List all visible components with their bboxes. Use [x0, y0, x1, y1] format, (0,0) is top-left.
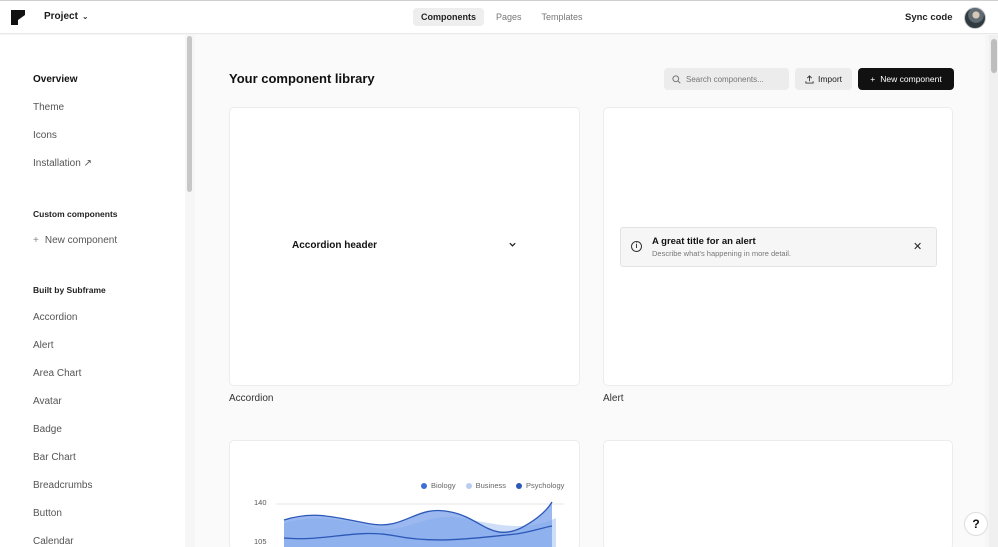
- chevron-down-icon: ⌄: [81, 12, 89, 21]
- avatar[interactable]: [964, 7, 986, 29]
- alert-description: Describe what's happening in more detail…: [652, 249, 792, 258]
- accordion-header: Accordion header: [292, 240, 378, 251]
- main-scrollbar[interactable]: [989, 35, 998, 547]
- top-tabs: Components Pages Templates: [413, 8, 591, 26]
- sidebar-item-breadcrumbs[interactable]: Breadcrumbs: [33, 480, 92, 491]
- plus-icon: +: [870, 74, 876, 84]
- plus-icon: +: [33, 235, 39, 246]
- search-icon: [672, 74, 681, 84]
- sidebar-item-avatar[interactable]: Avatar: [33, 396, 62, 407]
- new-component-button-label: New component: [880, 74, 942, 84]
- sync-code-button[interactable]: Sync code: [905, 12, 953, 23]
- accordion-card[interactable]: [229, 107, 580, 386]
- sidebar-item-area-chart[interactable]: Area Chart: [33, 368, 81, 379]
- sidebar-item-icons[interactable]: Icons: [33, 130, 57, 141]
- top-bar: Project ⌄ Components Pages Templates Syn…: [0, 0, 998, 34]
- legend-dot-business: [465, 482, 472, 489]
- sidebar-item-bar-chart[interactable]: Bar Chart: [33, 452, 76, 463]
- tab-pages[interactable]: Pages: [488, 8, 530, 26]
- y-tick-140: 140: [254, 498, 267, 507]
- tab-templates[interactable]: Templates: [534, 8, 591, 26]
- chart-legend: Biology Business Psychology: [421, 481, 564, 490]
- sidebar-item-accordion[interactable]: Accordion: [33, 312, 77, 323]
- sidebar-item-theme[interactable]: Theme: [33, 102, 64, 113]
- new-component-label: New component: [44, 235, 118, 246]
- import-label: Import: [817, 74, 843, 84]
- close-icon[interactable]: ✕: [913, 240, 922, 253]
- area-series-biology: [284, 502, 552, 547]
- help-button[interactable]: ?: [964, 512, 988, 536]
- legend-psychology: Psychology: [526, 481, 565, 490]
- sidebar-item-alert[interactable]: Alert: [33, 340, 54, 351]
- project-switcher[interactable]: Project ⌄: [44, 11, 89, 22]
- sidebar-item-button[interactable]: Button: [33, 508, 62, 519]
- sidebar-item-installation[interactable]: Installation ↗: [33, 158, 92, 169]
- subframe-logo-icon[interactable]: [11, 10, 25, 25]
- component-card[interactable]: [603, 440, 953, 547]
- legend-dot-psychology: [516, 482, 523, 489]
- legend-business: Business: [475, 481, 507, 490]
- info-icon: i: [631, 241, 642, 252]
- custom-components-heading: Custom components: [33, 209, 118, 219]
- sidebar-item-badge[interactable]: Badge: [33, 424, 62, 435]
- import-button[interactable]: Import: [795, 68, 852, 90]
- new-component-button[interactable]: + New component: [858, 68, 954, 90]
- search-box[interactable]: [664, 68, 789, 90]
- search-input[interactable]: [686, 74, 781, 84]
- alert-title: A great title for an alert: [652, 236, 756, 247]
- alert-preview: i A great title for an alert Describe wh…: [620, 227, 937, 267]
- legend-biology: Biology: [431, 481, 456, 490]
- main-scrollbar-thumb[interactable]: [991, 39, 997, 73]
- project-label: Project: [44, 11, 78, 22]
- chevron-down-icon: [509, 242, 516, 247]
- page-title: Your component library: [229, 71, 375, 86]
- area-chart-plot: [276, 501, 564, 547]
- card-label-alert: Alert: [603, 393, 624, 404]
- sidebar-item-overview[interactable]: Overview: [33, 74, 77, 85]
- sidebar-new-component[interactable]: + New component: [33, 235, 117, 246]
- legend-dot-biology: [421, 482, 427, 489]
- upload-icon: [805, 74, 814, 84]
- card-label-accordion: Accordion: [229, 393, 274, 404]
- sidebar-item-calendar[interactable]: Calendar: [33, 536, 74, 547]
- y-tick-105: 105: [254, 537, 267, 546]
- sidebar-scrollbar[interactable]: [187, 36, 192, 192]
- built-by-subframe-heading: Built by Subframe: [33, 285, 106, 295]
- tab-components[interactable]: Components: [413, 8, 484, 26]
